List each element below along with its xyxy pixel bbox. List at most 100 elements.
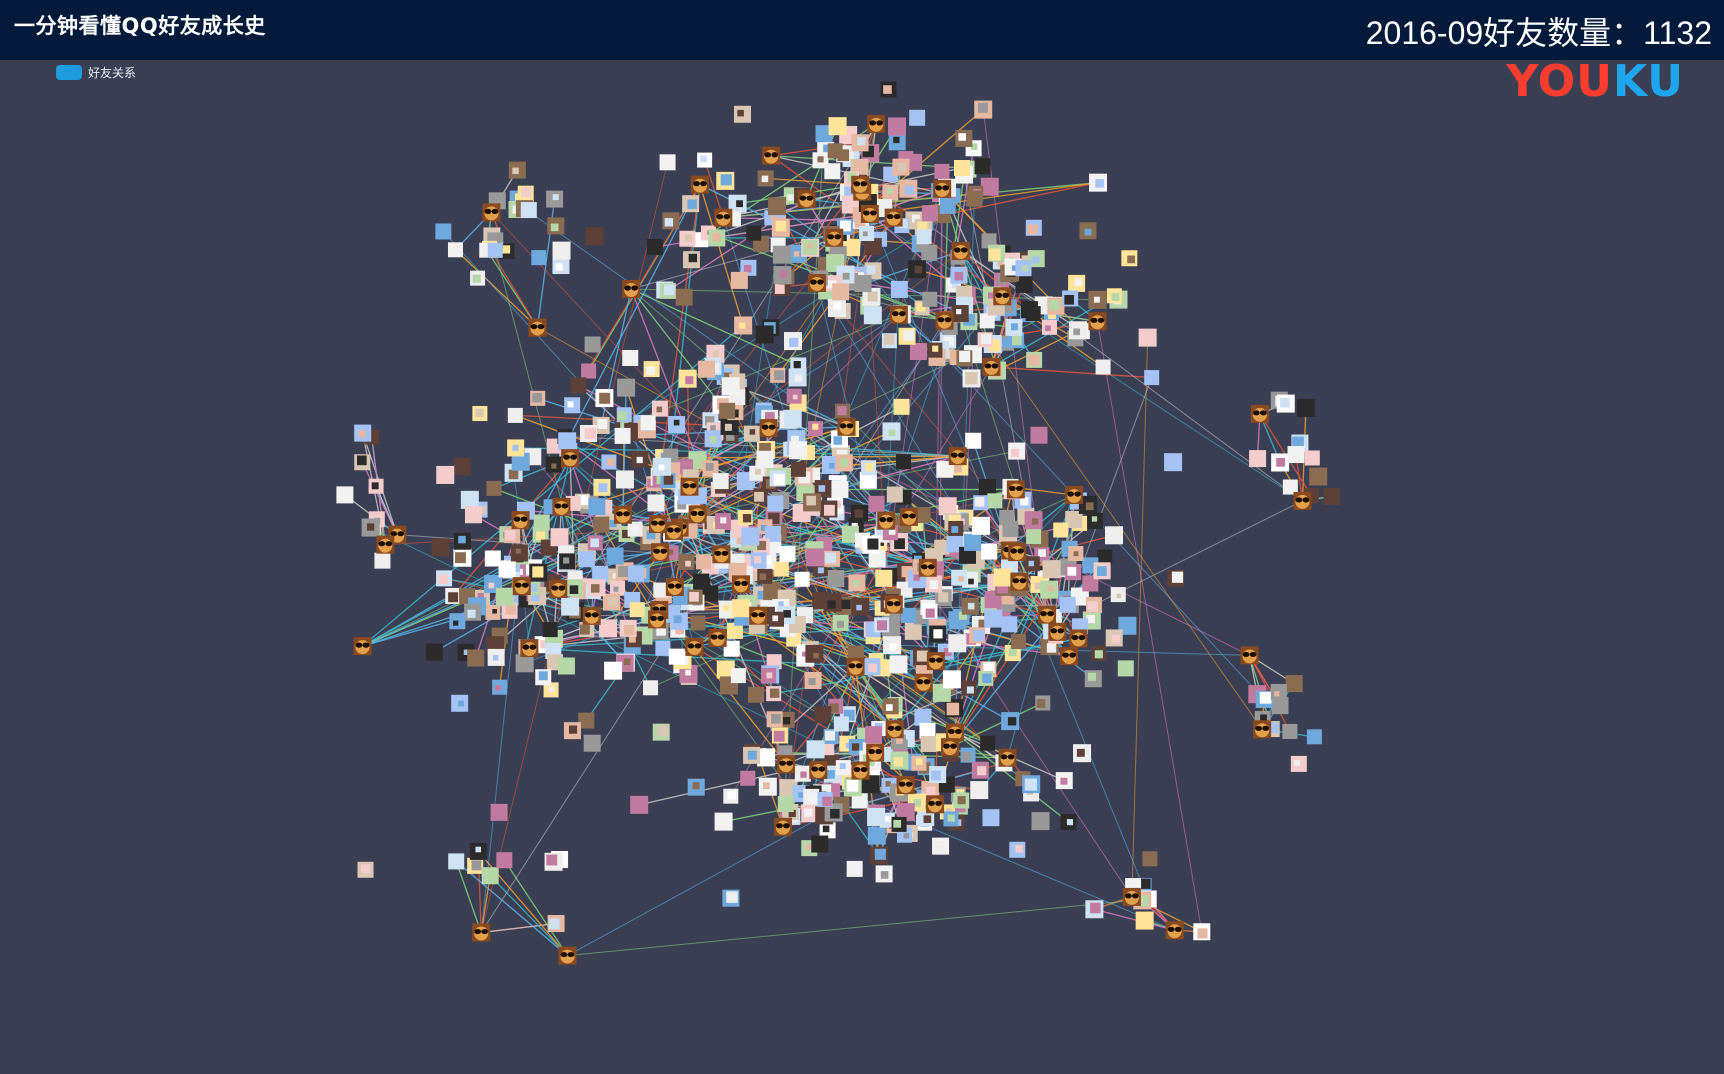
friend-avatar-node[interactable]	[769, 470, 786, 487]
friend-avatar-node[interactable]	[951, 569, 968, 586]
friend-avatar-node[interactable]	[733, 105, 751, 123]
friend-avatar-node[interactable]	[1296, 398, 1315, 417]
friend-avatar-node[interactable]	[588, 579, 606, 597]
sunglasses-emoji-icon[interactable]	[561, 449, 580, 468]
friend-avatar-node[interactable]	[1065, 564, 1082, 581]
friend-avatar-node[interactable]	[824, 163, 841, 180]
friend-avatar-node[interactable]	[1010, 634, 1026, 650]
friend-avatar-node[interactable]	[697, 152, 713, 168]
friend-avatar-node[interactable]	[1282, 723, 1298, 739]
friend-avatar-node[interactable]	[835, 760, 851, 776]
sunglasses-emoji-icon[interactable]	[558, 946, 577, 965]
friend-avatar-node[interactable]	[802, 239, 818, 255]
friend-avatar-node[interactable]	[807, 421, 823, 437]
friend-avatar-node[interactable]	[887, 117, 906, 136]
sunglasses-emoji-icon[interactable]	[1253, 720, 1272, 739]
friend-avatar-node[interactable]	[529, 563, 548, 582]
sunglasses-emoji-icon[interactable]	[777, 755, 796, 774]
friend-avatar-node[interactable]	[851, 597, 870, 616]
friend-avatar-node[interactable]	[481, 867, 499, 885]
friend-avatar-node[interactable]	[467, 649, 485, 667]
friend-avatar-node[interactable]	[757, 568, 773, 584]
friend-avatar-node[interactable]	[974, 100, 993, 119]
friend-avatar-node[interactable]	[678, 553, 695, 570]
friend-avatar-node[interactable]	[588, 498, 606, 516]
sunglasses-emoji-icon[interactable]	[993, 287, 1012, 306]
friend-avatar-node[interactable]	[670, 612, 688, 630]
friend-avatar-node[interactable]	[599, 619, 618, 638]
friend-avatar-node[interactable]	[820, 500, 838, 518]
friend-avatar-node[interactable]	[1142, 851, 1158, 867]
friend-avatar-node[interactable]	[980, 735, 996, 751]
friend-avatar-node[interactable]	[704, 430, 722, 448]
friend-avatar-node[interactable]	[558, 432, 577, 451]
friend-avatar-node[interactable]	[640, 415, 656, 431]
sunglasses-emoji-icon[interactable]	[807, 273, 826, 292]
friend-avatar-node[interactable]	[668, 648, 685, 665]
friend-avatar-node[interactable]	[743, 425, 760, 442]
friend-avatar-node[interactable]	[448, 853, 465, 870]
friend-avatar-node[interactable]	[1062, 290, 1079, 307]
friend-avatar-node[interactable]	[978, 478, 996, 496]
friend-avatar-node[interactable]	[610, 580, 626, 596]
friend-avatar-node[interactable]	[449, 613, 466, 630]
sunglasses-emoji-icon[interactable]	[622, 280, 641, 299]
friend-avatar-node[interactable]	[643, 680, 659, 696]
friend-avatar-node[interactable]	[604, 661, 623, 680]
friend-avatar-node[interactable]	[971, 761, 989, 779]
sunglasses-emoji-icon[interactable]	[712, 545, 731, 564]
friend-avatar-node[interactable]	[652, 723, 670, 741]
friend-avatar-node[interactable]	[862, 535, 881, 554]
friend-avatar-node[interactable]	[1002, 521, 1019, 538]
friend-avatar-node[interactable]	[687, 778, 705, 796]
friend-avatar-node[interactable]	[863, 658, 881, 676]
friend-avatar-node[interactable]	[891, 816, 907, 832]
friend-avatar-node[interactable]	[966, 190, 983, 207]
sunglasses-emoji-icon[interactable]	[353, 637, 372, 656]
friend-avatar-node[interactable]	[761, 667, 777, 683]
friend-avatar-node[interactable]	[557, 657, 575, 675]
friend-avatar-node[interactable]	[678, 369, 697, 388]
friend-avatar-node[interactable]	[979, 313, 995, 329]
friend-avatar-node[interactable]	[530, 390, 546, 406]
friend-avatar-node[interactable]	[469, 842, 487, 860]
friend-avatar-node[interactable]	[651, 400, 668, 417]
friend-avatar-node[interactable]	[716, 171, 735, 190]
friend-avatar-node[interactable]	[1030, 426, 1048, 444]
friend-avatar-node[interactable]	[886, 486, 903, 503]
friend-avatar-node[interactable]	[1009, 841, 1026, 858]
friend-avatar-node[interactable]	[938, 497, 957, 516]
friend-avatar-node[interactable]	[904, 622, 922, 640]
friend-avatar-node[interactable]	[851, 134, 869, 152]
friend-avatar-node[interactable]	[868, 495, 885, 512]
friend-avatar-node[interactable]	[435, 223, 452, 240]
sunglasses-emoji-icon[interactable]	[528, 318, 547, 337]
friend-avatar-node[interactable]	[721, 377, 740, 396]
sunglasses-emoji-icon[interactable]	[649, 515, 668, 534]
friend-avatar-node[interactable]	[783, 409, 802, 428]
friend-avatar-node[interactable]	[1040, 580, 1059, 599]
friend-avatar-node[interactable]	[1055, 772, 1073, 790]
sunglasses-emoji-icon[interactable]	[926, 652, 945, 671]
friend-avatar-node[interactable]	[942, 670, 961, 689]
friend-avatar-node[interactable]	[520, 202, 537, 219]
sunglasses-emoji-icon[interactable]	[825, 228, 844, 247]
sunglasses-emoji-icon[interactable]	[860, 204, 879, 223]
friend-avatar-node[interactable]	[1053, 522, 1069, 538]
friend-avatar-node[interactable]	[865, 726, 883, 744]
sunglasses-emoji-icon[interactable]	[1240, 646, 1259, 665]
friend-avatar-node[interactable]	[962, 369, 981, 388]
friend-avatar-node[interactable]	[593, 478, 611, 496]
friend-avatar-node[interactable]	[659, 282, 676, 299]
sunglasses-emoji-icon[interactable]	[512, 577, 531, 596]
friend-avatar-node[interactable]	[945, 699, 964, 718]
friend-avatar-node[interactable]	[585, 227, 604, 246]
friend-avatar-node[interactable]	[1255, 690, 1273, 708]
friend-avatar-node[interactable]	[758, 777, 777, 796]
friend-avatar-node[interactable]	[679, 230, 696, 247]
friend-avatar-node[interactable]	[740, 770, 756, 786]
friend-avatar-node[interactable]	[1091, 645, 1107, 661]
friend-avatar-node[interactable]	[960, 747, 976, 763]
friend-avatar-node[interactable]	[565, 579, 583, 597]
friend-avatar-node[interactable]	[498, 560, 516, 578]
